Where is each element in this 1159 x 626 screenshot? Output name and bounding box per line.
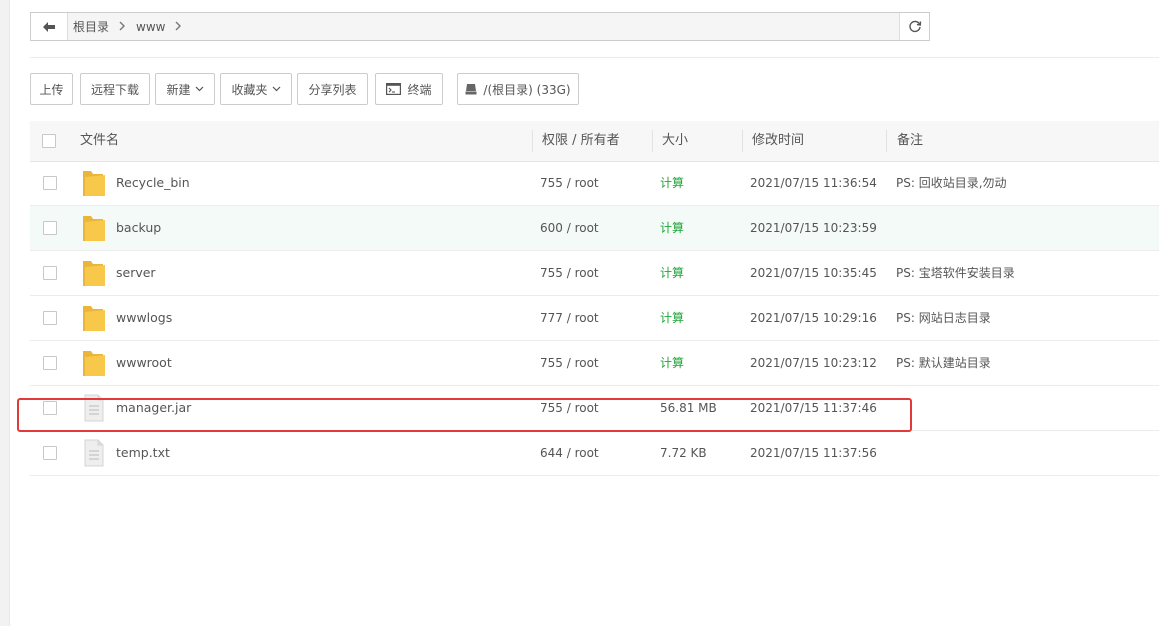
file-permission[interactable]: 644 / root (540, 431, 599, 475)
file-modified-time: 2021/07/15 10:23:12 (750, 356, 877, 370)
column-header-name[interactable]: 文件名 (80, 121, 119, 161)
disk-button[interactable]: /(根目录) (33G) (457, 73, 579, 105)
refresh-button[interactable] (899, 13, 929, 40)
file-name[interactable]: temp.txt (116, 431, 170, 475)
file-name[interactable]: server (116, 251, 156, 295)
file-permission[interactable]: 777 / root (540, 296, 599, 340)
column-header-permission[interactable]: 权限 / 所有者 (542, 121, 620, 161)
folder-icon (83, 261, 105, 286)
file-name[interactable]: wwwroot (116, 341, 172, 385)
row-checkbox[interactable] (43, 446, 57, 460)
row-checkbox[interactable] (43, 176, 57, 190)
file-note[interactable]: PS: 默认建站目录 (896, 341, 991, 385)
row-checkbox[interactable] (43, 311, 57, 325)
column-header-modified[interactable]: 修改时间 (752, 121, 804, 161)
terminal-icon (386, 83, 402, 95)
share-list-label: 分享列表 (308, 82, 357, 97)
terminal-label: 终端 (407, 82, 432, 97)
file-permission[interactable]: 755 / root (540, 161, 599, 205)
left-panel-edge (0, 0, 10, 626)
calculate-size-link[interactable]: 计算 (660, 341, 684, 385)
breadcrumb: 根目录 www (73, 13, 192, 40)
calculate-size-link[interactable]: 计算 (660, 206, 684, 250)
file-icon (84, 394, 104, 422)
divider (30, 57, 1159, 58)
terminal-button[interactable]: 终端 (375, 73, 443, 105)
arrow-left-icon (43, 21, 55, 32)
table-row[interactable]: server 755 / root 计算 2021/07/15 10:35:45… (30, 251, 1159, 296)
calculate-size-link[interactable]: 计算 (660, 161, 684, 205)
table-row[interactable]: Recycle_bin 755 / root 计算 2021/07/15 11:… (30, 161, 1159, 206)
table-row[interactable]: manager.jar 755 / root 56.81 MB 2021/07/… (30, 386, 1159, 431)
favorites-dropdown-button[interactable]: 收藏夹 (220, 73, 292, 105)
chevron-right-icon[interactable] (175, 20, 182, 34)
folder-icon (83, 216, 105, 241)
calculate-size-link[interactable]: 计算 (660, 296, 684, 340)
file-permission[interactable]: 755 / root (540, 386, 599, 430)
file-permission[interactable]: 755 / root (540, 251, 599, 295)
favorites-label: 收藏夹 (231, 82, 268, 97)
table-row[interactable]: wwwlogs 777 / root 计算 2021/07/15 10:29:1… (30, 296, 1159, 341)
new-label: 新建 (166, 82, 191, 97)
folder-icon (83, 171, 105, 196)
file-permission[interactable]: 600 / root (540, 206, 599, 250)
chevron-right-icon (119, 20, 126, 34)
file-size: 56.81 MB (660, 401, 717, 415)
column-divider (652, 130, 653, 152)
file-modified-time: 2021/07/15 10:35:45 (750, 266, 877, 280)
breadcrumb-www[interactable]: www (136, 20, 165, 34)
file-modified-time: 2021/07/15 11:37:56 (750, 446, 877, 460)
remote-download-button[interactable]: 远程下载 (80, 73, 150, 105)
column-divider (886, 130, 887, 152)
share-list-button[interactable]: 分享列表 (297, 73, 368, 105)
table-header: 文件名 权限 / 所有者 大小 修改时间 备注 (30, 121, 1159, 162)
file-modified-time: 2021/07/15 10:23:59 (750, 221, 877, 235)
file-icon (84, 439, 104, 467)
select-all-checkbox[interactable] (42, 134, 56, 148)
path-bar: 根目录 www (30, 12, 930, 41)
upload-button[interactable]: 上传 (30, 73, 73, 105)
file-name[interactable]: wwwlogs (116, 296, 172, 340)
remote-download-label: 远程下载 (90, 82, 139, 97)
column-divider (742, 130, 743, 152)
disk-label: /(根目录) (33G) (483, 82, 571, 97)
row-checkbox[interactable] (43, 221, 57, 235)
table-row[interactable]: temp.txt 644 / root 7.72 KB 2021/07/15 1… (30, 431, 1159, 476)
column-header-size[interactable]: 大小 (662, 121, 688, 161)
file-permission[interactable]: 755 / root (540, 341, 599, 385)
file-modified-time: 2021/07/15 10:29:16 (750, 311, 877, 325)
file-name[interactable]: manager.jar (116, 386, 191, 430)
calculate-size-link[interactable]: 计算 (660, 251, 684, 295)
row-checkbox[interactable] (43, 401, 57, 415)
file-note[interactable]: PS: 回收站目录,勿动 (896, 161, 1007, 205)
table-row[interactable]: backup 600 / root 计算 2021/07/15 10:23:59 (30, 206, 1159, 251)
file-name[interactable]: Recycle_bin (116, 161, 190, 205)
table-row[interactable]: wwwroot 755 / root 计算 2021/07/15 10:23:1… (30, 341, 1159, 386)
file-name[interactable]: backup (116, 206, 161, 250)
chevron-down-icon (195, 86, 204, 92)
file-note[interactable]: PS: 网站日志目录 (896, 296, 991, 340)
column-divider (532, 130, 533, 152)
back-button[interactable] (31, 13, 68, 40)
disk-icon (465, 84, 477, 95)
row-checkbox[interactable] (43, 356, 57, 370)
file-size: 7.72 KB (660, 446, 707, 460)
new-dropdown-button[interactable]: 新建 (155, 73, 215, 105)
refresh-icon (908, 20, 921, 32)
folder-icon (83, 351, 105, 376)
row-checkbox[interactable] (43, 266, 57, 280)
breadcrumb-root[interactable]: 根目录 (73, 18, 109, 35)
column-header-note: 备注 (897, 133, 924, 148)
upload-label: 上传 (39, 82, 64, 97)
file-note[interactable]: PS: 宝塔软件安装目录 (896, 251, 1015, 295)
file-modified-time: 2021/07/15 11:37:46 (750, 401, 877, 415)
file-modified-time: 2021/07/15 11:36:54 (750, 176, 877, 190)
chevron-down-icon (272, 86, 281, 92)
folder-icon (83, 306, 105, 331)
